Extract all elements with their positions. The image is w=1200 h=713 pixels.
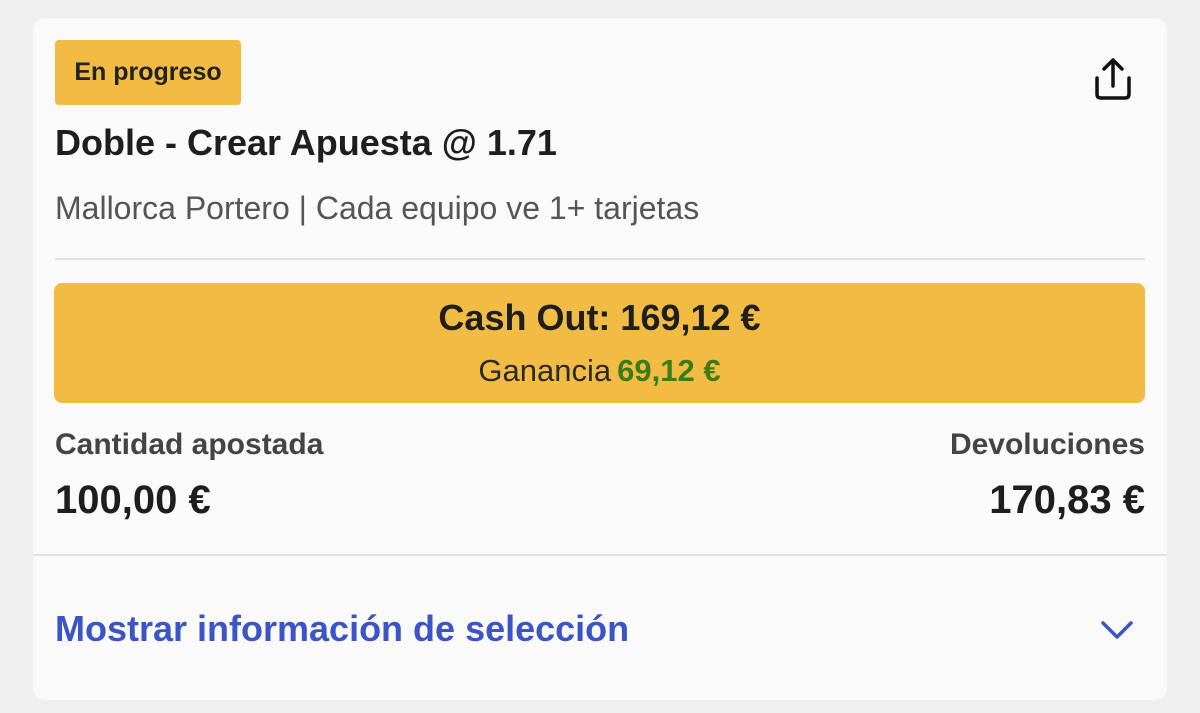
profit-line: Ganancia 69,12 € xyxy=(54,353,1145,389)
chevron-down-icon xyxy=(1101,621,1133,639)
status-badge: En progreso xyxy=(55,40,241,105)
divider xyxy=(55,258,1145,260)
returns-value: 170,83 € xyxy=(989,478,1145,522)
share-button[interactable] xyxy=(1085,52,1141,108)
cash-out-label: Cash Out: 169,12 € xyxy=(438,297,761,338)
returns-label: Devoluciones xyxy=(949,428,1145,461)
bet-selections: Mallorca Portero | Cada equipo ve 1+ tar… xyxy=(55,190,700,226)
profit-value: 69,12 € xyxy=(617,353,721,388)
bet-title: Doble - Crear Apuesta @ 1.71 xyxy=(55,122,557,163)
stake-value: 100,00 € xyxy=(55,478,211,522)
show-selection-info-label: Mostrar información de selección xyxy=(55,608,630,649)
stake-label: Cantidad apostada xyxy=(55,428,324,461)
share-icon xyxy=(1095,58,1131,100)
show-selection-info-toggle[interactable]: Mostrar información de selección xyxy=(33,556,1167,700)
status-badge-label: En progreso xyxy=(74,58,222,86)
profit-label: Ganancia xyxy=(478,353,612,388)
cash-out-button[interactable]: Cash Out: 169,12 € Ganancia 69,12 € xyxy=(54,283,1145,403)
bet-card: En progreso Doble - Crear Apuesta @ 1.71… xyxy=(33,18,1167,700)
